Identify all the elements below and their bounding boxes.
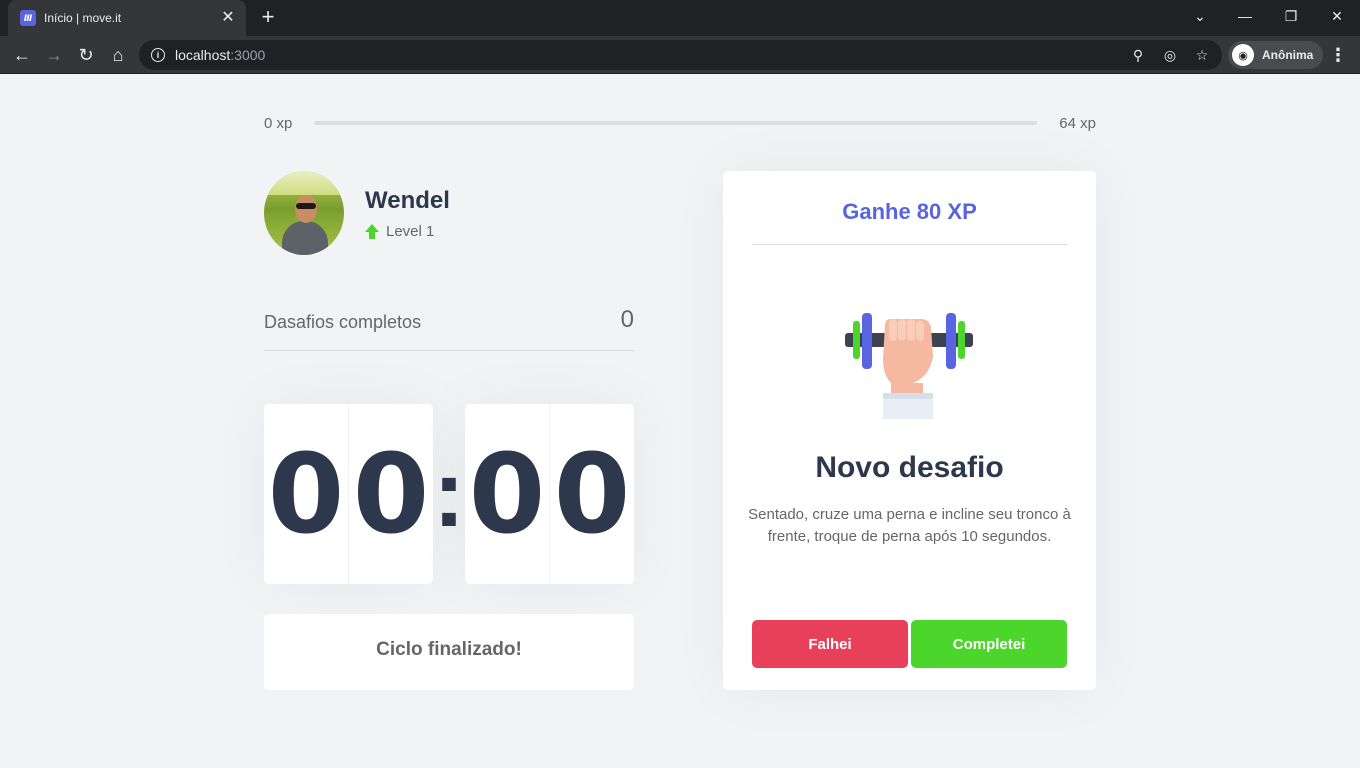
- tab-title: Início | move.it: [44, 11, 122, 25]
- avatar: [264, 171, 344, 255]
- favicon-icon: Ⅲ: [20, 10, 36, 26]
- browser-toolbar: ← → ↻ ⌂ i localhost:3000 ⚲ ◎ ☆ ◉ Anônima…: [0, 36, 1360, 74]
- completed-challenges-label: Dasafios completos: [264, 312, 422, 332]
- minute-digit-left: 0: [264, 404, 349, 584]
- dumbbell-icon: [845, 313, 973, 419]
- seconds-box: 0 0: [465, 404, 634, 584]
- zoom-icon[interactable]: ⚲: [1129, 46, 1147, 64]
- kebab-menu-icon[interactable]: ⋮: [1326, 41, 1350, 69]
- url-port: :3000: [230, 47, 266, 63]
- minute-digit-right: 0: [352, 430, 430, 558]
- level-label: Level 1: [386, 222, 435, 240]
- minimize-button[interactable]: —: [1222, 0, 1268, 32]
- level-up-icon: [365, 224, 379, 239]
- back-arrow-icon[interactable]: ←: [8, 41, 36, 69]
- second-digit-left: 0: [465, 404, 550, 584]
- profile-button[interactable]: ◉ Anônima: [1228, 41, 1324, 69]
- page-content: 0 xp 64 xp Wendel Level 1 Dasafios compl…: [0, 75, 1360, 768]
- site-info-icon[interactable]: i: [151, 48, 165, 62]
- incognito-icon: ◉: [1232, 44, 1254, 66]
- address-bar[interactable]: i localhost:3000 ⚲ ◎ ☆: [139, 40, 1222, 70]
- tab-search-icon[interactable]: ⌄: [1177, 0, 1223, 32]
- xp-max-label: 64 xp: [1059, 114, 1096, 132]
- challenge-completed-button[interactable]: Completei: [911, 620, 1067, 668]
- forward-arrow-icon[interactable]: →: [40, 41, 68, 69]
- challenge-card: Ganhe 80 XP Novo desafio Sentado, cruze …: [723, 171, 1096, 690]
- experience-bar: 0 xp 64 xp: [264, 114, 1096, 132]
- countdown-separator: :: [433, 440, 465, 547]
- new-tab-button[interactable]: +: [256, 6, 280, 30]
- url-text: localhost:3000: [175, 47, 265, 63]
- challenge-failed-button[interactable]: Falhei: [752, 620, 908, 668]
- challenge-actions: Falhei Completei: [752, 620, 1067, 668]
- eye-off-icon[interactable]: ◎: [1161, 46, 1179, 64]
- second-digit-right: 0: [553, 430, 631, 558]
- reload-icon[interactable]: ↻: [72, 41, 100, 69]
- cycle-finished-button[interactable]: Ciclo finalizado!: [264, 614, 634, 690]
- xp-min-label: 0 xp: [264, 114, 293, 132]
- challenge-title: Novo desafio: [815, 451, 1004, 484]
- close-window-button[interactable]: ✕: [1314, 0, 1360, 32]
- completed-challenges: Dasafios completos 0: [264, 306, 634, 351]
- browser-tab[interactable]: Ⅲ Início | move.it ✕: [8, 0, 246, 36]
- tab-close-icon[interactable]: ✕: [220, 10, 236, 26]
- xp-track: [314, 121, 1038, 125]
- user-name: Wendel: [365, 186, 450, 214]
- star-icon[interactable]: ☆: [1193, 46, 1211, 64]
- countdown-timer: 0 0 : 0 0: [264, 404, 634, 584]
- challenge-xp-header: Ganhe 80 XP: [752, 171, 1067, 245]
- home-icon[interactable]: ⌂: [104, 41, 132, 69]
- restore-button[interactable]: ❐: [1268, 0, 1314, 32]
- profile-label: Anônima: [1262, 48, 1314, 62]
- minutes-box: 0 0: [264, 404, 433, 584]
- user-profile: Wendel Level 1: [264, 171, 634, 255]
- url-host: localhost: [175, 47, 231, 63]
- user-info: Wendel Level 1: [365, 187, 450, 240]
- browser-tabbar: Ⅲ Início | move.it ✕ + ⌄ — ❐ ✕: [0, 0, 1360, 36]
- completed-challenges-count: 0: [620, 306, 634, 333]
- user-level: Level 1: [365, 223, 450, 240]
- challenge-description: Sentado, cruze uma perna e incline seu t…: [748, 506, 1071, 545]
